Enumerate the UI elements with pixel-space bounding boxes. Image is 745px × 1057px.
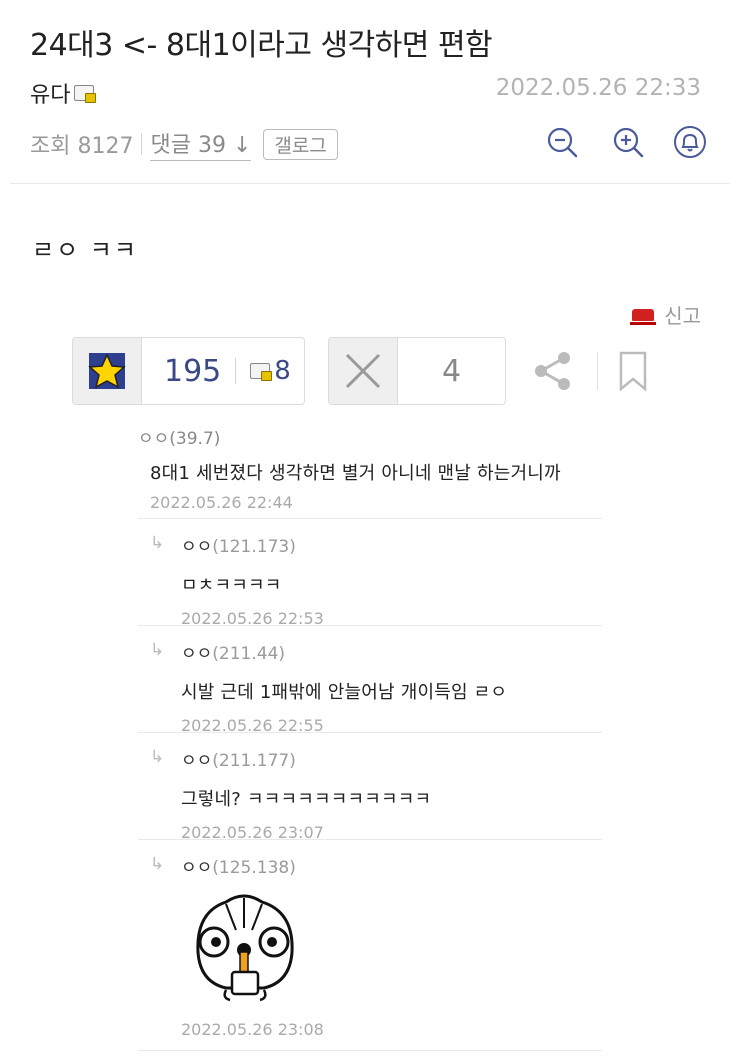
header-divider [10,183,730,184]
gallery-member-icon [74,85,97,103]
zoom-out-icon[interactable] [544,124,580,160]
reply-item: ㅇㅇ(211.177) 그렇네? ㅋㅋㅋㅋㅋㅋㅋㅋㅋㅋㅋ 2022.05.26 … [181,746,601,842]
gallog-button[interactable]: 갤로그 [263,128,338,160]
fixed-recommend: 8 [250,356,291,386]
recommend-box: 195 8 [72,337,305,405]
comment-nick[interactable]: ㅇㅇ(211.44) [181,639,601,664]
author[interactable]: 유다 [30,77,97,109]
comment-divider [138,625,602,626]
post-title: 24대3 <- 8대1이라고 생각하면 편함 [30,28,493,63]
reply-arrow-icon: ↳ [150,640,165,660]
bookmark-icon[interactable] [617,350,649,392]
comment-divider [138,1050,602,1051]
report-label: 신고 [664,304,701,328]
divider [141,133,143,155]
reply-arrow-icon: ↳ [150,533,165,553]
share-icon[interactable] [530,348,576,394]
recommend-count: 195 [164,353,222,389]
post-body: ㄹㅇ ㅋㅋ [32,236,138,264]
comment-nick[interactable]: ㅇㅇ(121.173) [181,532,601,557]
gallery-member-icon [250,363,273,381]
not-recommend-count: 4 [441,353,462,389]
x-icon [345,353,381,389]
comment-count-label: 댓글 39 [150,133,226,158]
comment-item: ㅇㅇ(39.7) 8대1 세번졌다 생각하면 별거 아니네 맨날 하는거니까 2… [138,424,602,512]
comment-divider [138,518,602,519]
divider [597,352,598,390]
comment-date: 2022.05.26 23:08 [181,1020,324,1039]
dumpling-sticker-icon [196,894,294,1002]
comment-date: 2022.05.26 22:44 [150,493,293,512]
author-name[interactable]: 유다 [30,77,70,109]
reply-arrow-icon: ↳ [150,747,165,767]
comment-count-link[interactable]: 댓글 39 ↓ [150,127,252,161]
comment-divider [138,839,602,840]
arrow-down-icon: ↓ [232,133,252,158]
reply-item: ㅇㅇ(211.44) 시발 근데 1패밖에 안늘어남 개이득임 ㄹㅇ 2022.… [181,639,601,735]
comment-divider [138,732,602,733]
comment-text: 그렇네? ㅋㅋㅋㅋㅋㅋㅋㅋㅋㅋㅋ [181,789,432,810]
comment-nick[interactable]: ㅇㅇ(39.7) [138,424,602,449]
divider [235,358,237,384]
recommend-button[interactable] [73,338,142,404]
siren-icon [630,308,657,325]
fixed-recommend-count: 8 [274,356,291,386]
comment-text: ㅁㅊㅋㅋㅋㅋ [181,575,282,596]
star-icon [88,353,126,389]
post-date: 2022.05.26 22:33 [495,75,701,101]
comment-text: 8대1 세번졌다 생각하면 별거 아니네 맨날 하는거니까 [150,463,561,484]
reply-arrow-icon: ↳ [150,854,165,874]
bell-icon[interactable] [672,124,708,160]
reply-item: ㅇㅇ(121.173) ㅁㅊㅋㅋㅋㅋ 2022.05.26 22:53 [181,532,601,628]
view-count: 조회 8127 [30,134,134,159]
not-recommend-button[interactable] [329,338,398,404]
comment-nick[interactable]: ㅇㅇ(211.177) [181,746,601,771]
report-button[interactable]: 신고 [630,300,701,329]
zoom-in-icon[interactable] [610,124,646,160]
not-recommend-box: 4 [328,337,506,405]
comment-nick[interactable]: ㅇㅇ(125.138) [181,853,601,878]
comment-text: 시발 근데 1패밖에 안늘어남 개이득임 ㄹㅇ [181,682,508,703]
post-meta: 조회 8127 댓글 39 ↓ 갤로그 [30,127,338,161]
reply-item: ㅇㅇ(125.138) [181,853,601,878]
